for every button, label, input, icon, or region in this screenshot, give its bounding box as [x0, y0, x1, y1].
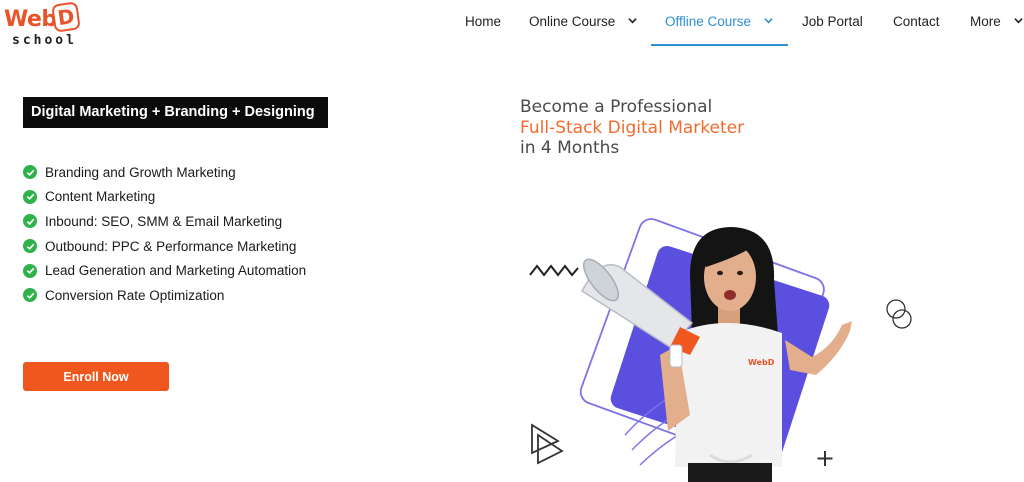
feature-item: Outbound: PPC & Performance Marketing — [23, 234, 306, 259]
nav-job-portal-label: Job Portal — [802, 14, 863, 29]
chevron-down-icon — [1013, 18, 1023, 24]
zigzag-icon — [529, 264, 579, 277]
nav-home[interactable]: Home — [465, 0, 501, 46]
feature-list: Branding and Growth Marketing Content Ma… — [23, 160, 306, 308]
nav-more-label: More — [970, 14, 1001, 29]
nav-online-course-label: Online Course — [529, 14, 616, 29]
webd-school-logo[interactable]: Web D school — [4, 1, 84, 48]
feature-text: Outbound: PPC & Performance Marketing — [45, 238, 297, 254]
enroll-now-button[interactable]: Enroll Now — [23, 362, 169, 391]
course-headline: Digital Marketing + Branding + Designing — [23, 97, 328, 128]
check-circle-icon — [23, 214, 37, 229]
chevron-down-icon — [628, 18, 637, 24]
feature-text: Conversion Rate Optimization — [45, 287, 225, 303]
nav-offline-course[interactable]: Offline Course — [651, 0, 788, 46]
tagline-line-1: Become a Professional — [520, 97, 713, 117]
feature-item: Conversion Rate Optimization — [23, 283, 306, 308]
nav-offline-course-label: Offline Course — [665, 14, 752, 29]
site-header: Web D school Home Online Course Offline … — [0, 0, 1024, 48]
tagline-line-3: in 4 Months — [520, 138, 620, 158]
check-circle-icon — [23, 263, 37, 278]
logo-web-text: Web — [4, 7, 57, 32]
feature-item: Lead Generation and Marketing Automation — [23, 258, 306, 283]
check-circle-icon — [23, 288, 37, 303]
logo-school-text: school — [12, 33, 77, 48]
check-circle-icon — [23, 239, 37, 254]
feature-text: Branding and Growth Marketing — [45, 164, 236, 180]
feature-item: Inbound: SEO, SMM & Email Marketing — [23, 209, 306, 234]
chevron-down-icon — [764, 18, 773, 24]
nav-home-label: Home — [465, 14, 502, 29]
logo-d-badge: D — [51, 1, 81, 33]
nav-contact-label: Contact — [893, 14, 940, 29]
feature-text: Inbound: SEO, SMM & Email Marketing — [45, 213, 283, 229]
nav-more[interactable]: More — [970, 0, 1023, 46]
shirt-logo: WebD — [748, 358, 775, 367]
feature-item: Content Marketing — [23, 185, 306, 210]
nav-job-portal[interactable]: Job Portal — [802, 0, 863, 46]
hero-tagline: Become a Professional Full-Stack Digital… — [520, 97, 744, 159]
check-circle-icon — [23, 189, 37, 204]
play-triangle-icon — [531, 423, 564, 465]
plus-icon — [817, 451, 833, 466]
hero-illustration: WebD — [529, 218, 912, 482]
feature-text: Content Marketing — [45, 189, 156, 205]
feature-item: Branding and Growth Marketing — [23, 160, 306, 185]
tagline-line-2: Full-Stack Digital Marketer — [520, 117, 745, 138]
check-circle-icon — [23, 165, 37, 180]
nav-contact[interactable]: Contact — [893, 0, 940, 46]
feature-text: Lead Generation and Marketing Automation — [45, 263, 307, 279]
circles-icon — [886, 299, 912, 329]
nav-online-course[interactable]: Online Course — [529, 0, 637, 46]
